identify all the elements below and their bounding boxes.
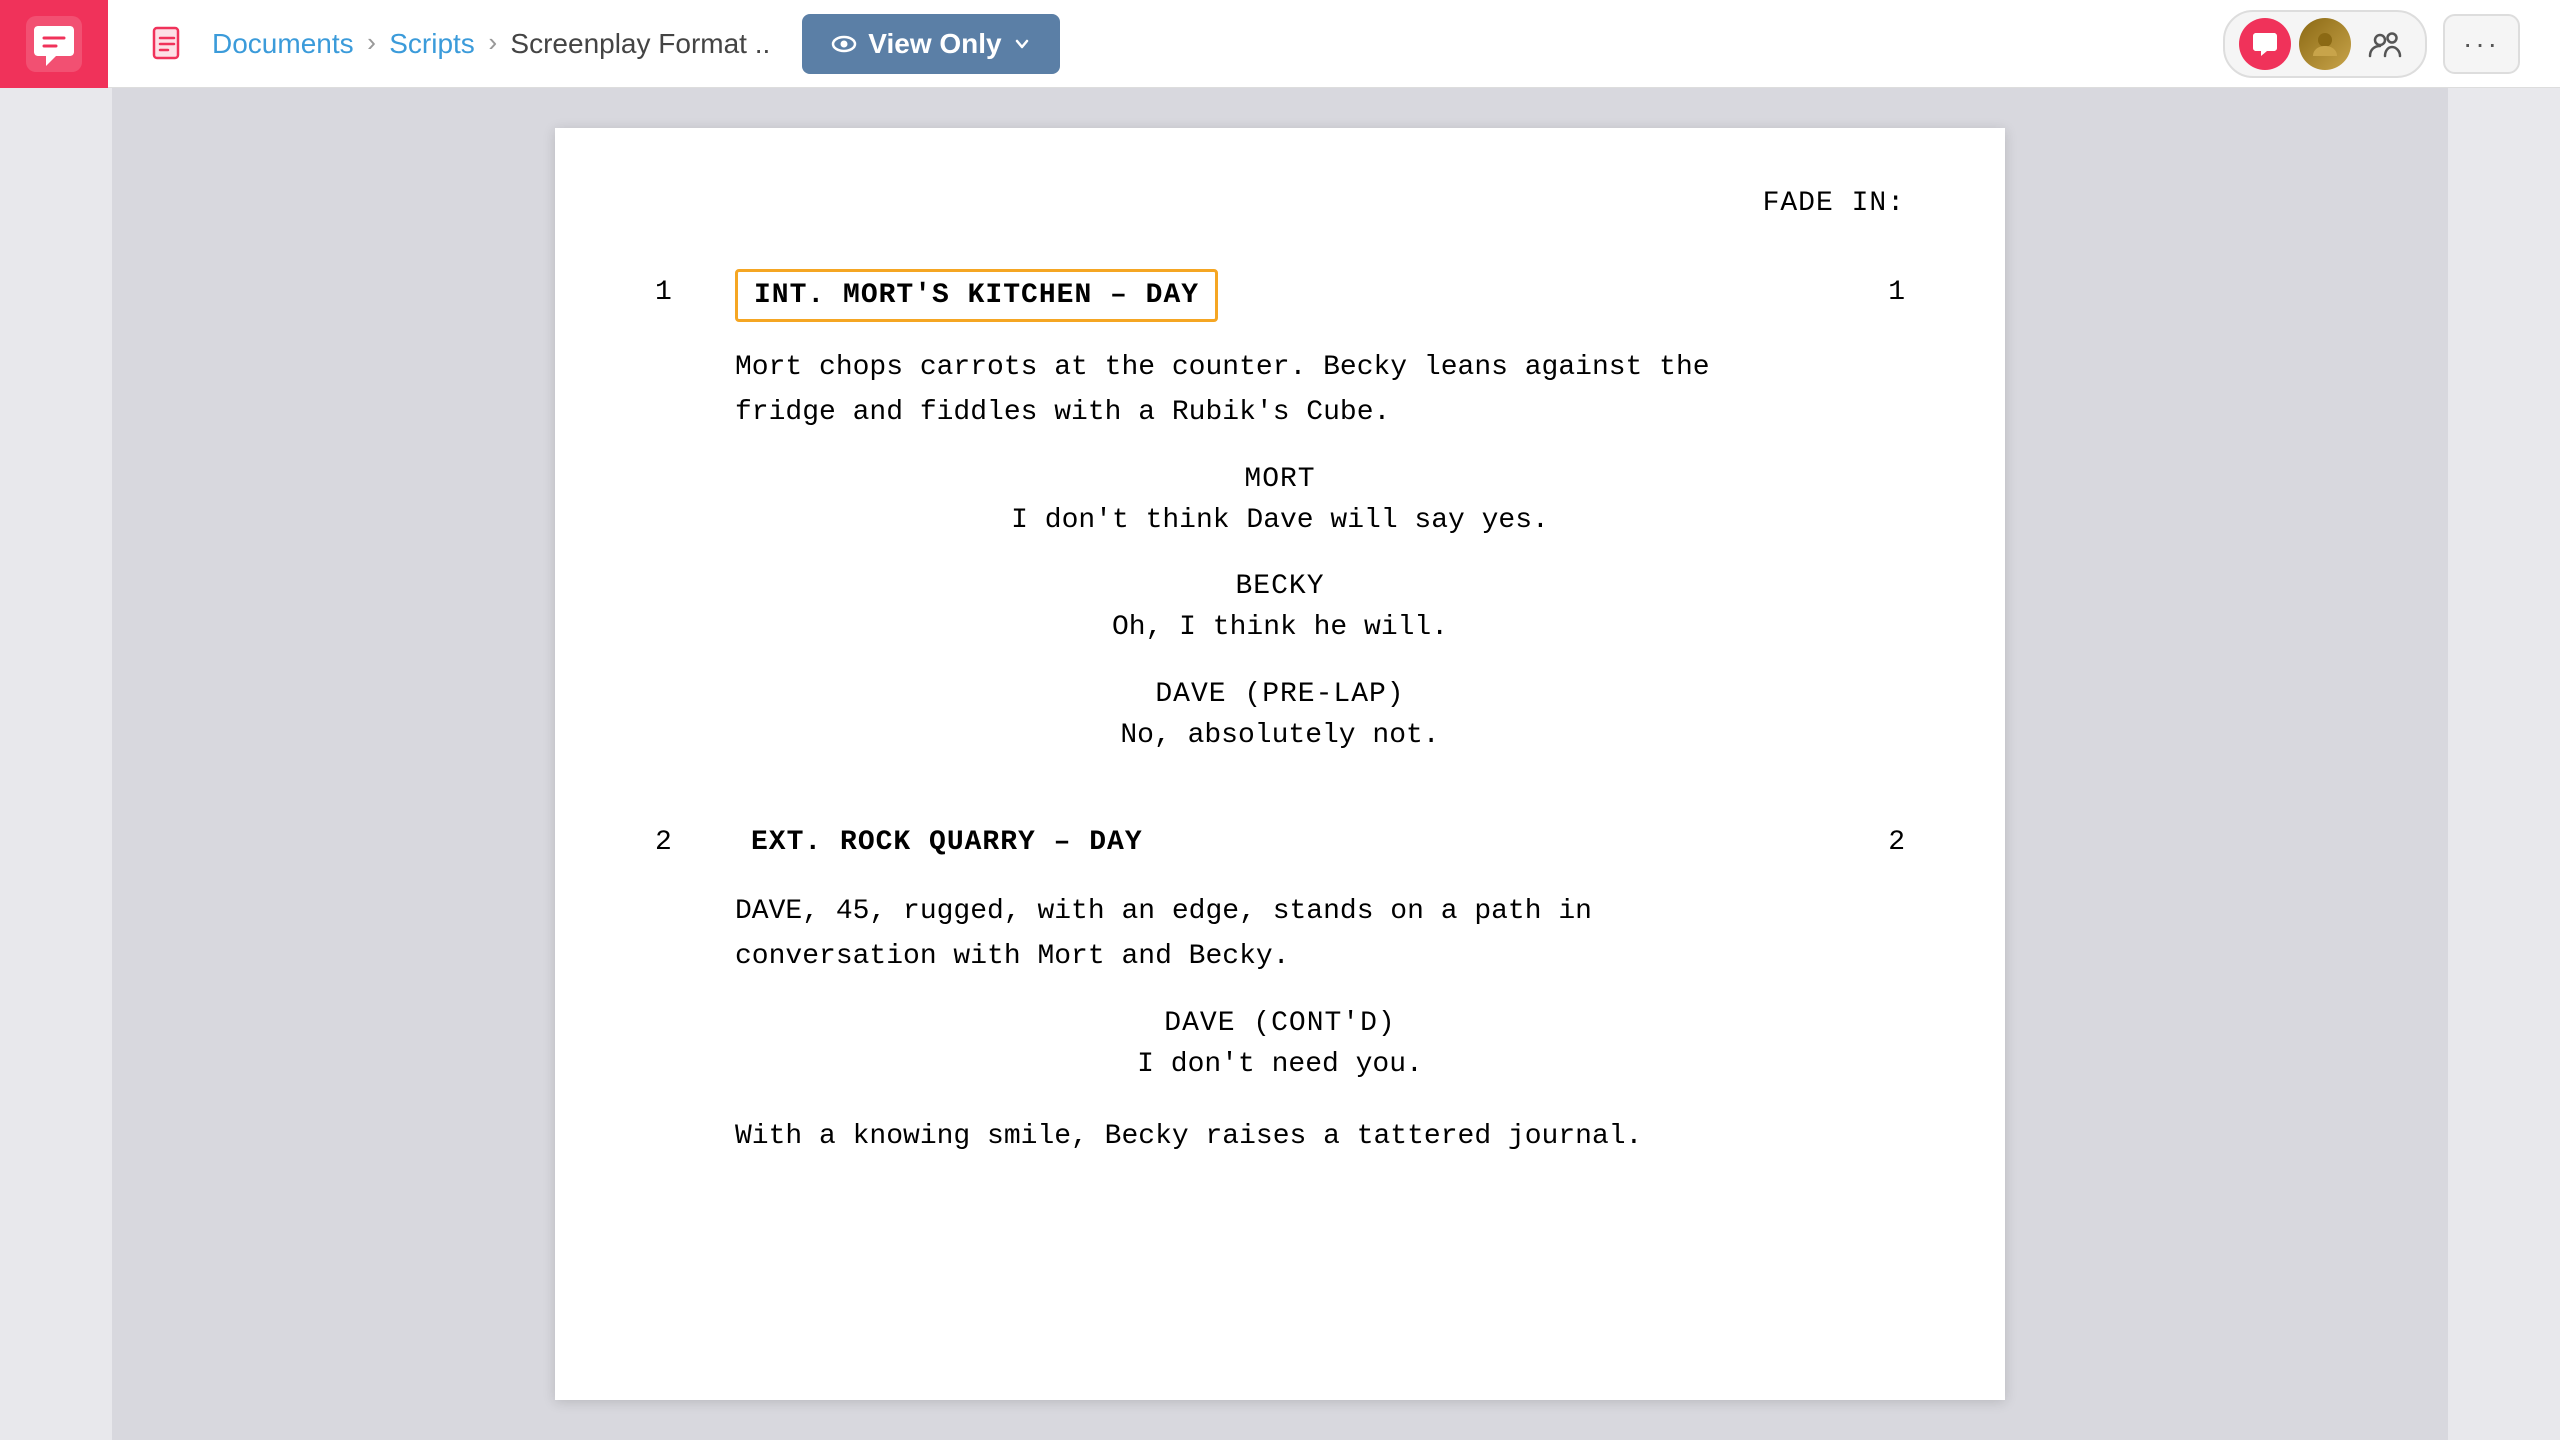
dialogue-block-dave-prelap: DAVE (PRE-LAP) No, absolutely not. [655,679,1905,759]
fade-in: FADE IN: [655,188,1905,219]
scene-block-2: 2 EXT. ROCK QUARRY – DAY 2 DAVE, 45, rug… [655,819,1905,1160]
breadcrumb-separator-2: › [485,29,501,59]
chat-icon [2249,28,2281,60]
scene-row-1: 1 INT. MORT'S KITCHEN – DAY 1 [655,269,1905,322]
people-icon [2365,24,2405,64]
breadcrumb-current: Screenplay Format .. [510,28,770,60]
document: FADE IN: 1 INT. MORT'S KITCHEN – DAY 1 M… [555,128,2005,1400]
dialogue-becky-line1: Oh, I think he will. [1112,606,1448,651]
document-wrapper: FADE IN: 1 INT. MORT'S KITCHEN – DAY 1 M… [112,88,2448,1440]
nav-document-button[interactable] [140,16,196,72]
user-avatar-icon [2309,28,2341,60]
view-only-button[interactable]: View Only [802,14,1059,74]
scene-number-left-2: 2 [655,819,735,858]
scene-heading-wrapper-1: INT. MORT'S KITCHEN – DAY [735,269,1845,322]
dialogue-block-mort: MORT I don't think Dave will say yes. [655,464,1905,544]
eye-icon [830,30,858,58]
character-dave-contd: DAVE (CONT'D) [1164,1008,1395,1039]
app-logo-icon [26,16,82,72]
avatar-pink[interactable] [2239,18,2291,70]
dialogue-block-becky: BECKY Oh, I think he will. [655,571,1905,651]
action-text-3: With a knowing smile, Becky raises a tat… [735,1115,1845,1160]
main-area: FADE IN: 1 INT. MORT'S KITCHEN – DAY 1 M… [0,88,2560,1440]
app-logo[interactable] [0,0,108,88]
dialogue-mort-line1: I don't think Dave will say yes. [1011,499,1549,544]
breadcrumb-scripts[interactable]: Scripts [389,28,475,60]
character-mort: MORT [1244,464,1315,495]
action-text-2: DAVE, 45, rugged, with an edge, stands o… [735,890,1845,980]
document-icon [148,24,188,64]
navbar-left: Documents › Scripts › Screenplay Format … [108,14,2223,74]
scene-block-1: 1 INT. MORT'S KITCHEN – DAY 1 Mort chops… [655,269,1905,759]
breadcrumb-separator-1: › [364,29,380,59]
action-text-1: Mort chops carrots at the counter. Becky… [735,346,1845,436]
dialogue-block-dave-contd: DAVE (CONT'D) I don't need you. [655,1008,1905,1088]
breadcrumb-documents[interactable]: Documents [212,28,354,60]
avatar-user[interactable] [2299,18,2351,70]
right-sidebar [2448,88,2560,1440]
more-button[interactable]: ··· [2443,14,2520,74]
people-button[interactable] [2359,18,2411,70]
dialogue-dave-contd-line1: I don't need you. [1137,1043,1423,1088]
character-becky: BECKY [1235,571,1324,602]
scene-heading-1: INT. MORT'S KITCHEN – DAY [735,269,1218,322]
scene-row-2: 2 EXT. ROCK QUARRY – DAY 2 [655,819,1905,866]
scene-number-left-1: 1 [655,269,735,308]
breadcrumb: Documents › Scripts › Screenplay Format … [212,28,770,60]
navbar: Documents › Scripts › Screenplay Format … [0,0,2560,88]
scene-number-right-1: 1 [1845,269,1905,308]
character-dave-prelap: DAVE (PRE-LAP) [1155,679,1404,710]
scene-heading-wrapper-2: EXT. ROCK QUARRY – DAY [735,819,1845,866]
dialogue-dave-prelap-line1: No, absolutely not. [1120,714,1439,759]
chevron-down-icon [1012,34,1032,54]
scene-number-right-2: 2 [1845,819,1905,858]
avatar-group [2223,10,2427,78]
scene-heading-2: EXT. ROCK QUARRY – DAY [735,819,1159,866]
left-sidebar [0,88,112,1440]
view-only-label: View Only [868,28,1001,60]
navbar-right: ··· [2223,10,2560,78]
